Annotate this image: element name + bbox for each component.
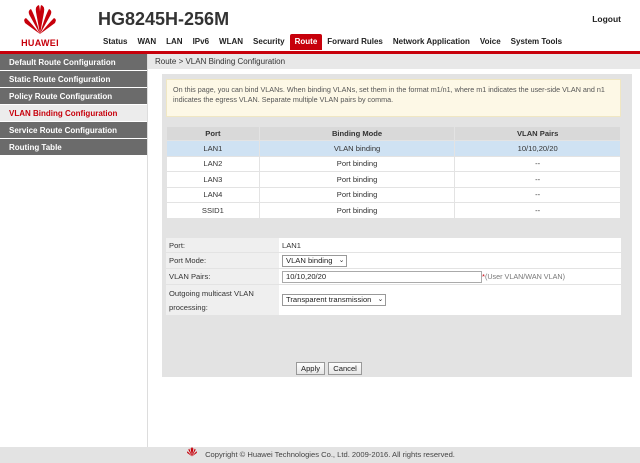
copyright-text: Copyright © Huawei Technologies Co., Ltd… [205, 450, 455, 459]
form-row-multicast: Outgoing multicast VLAN processing: Tran… [166, 285, 621, 316]
device-model-title: HG8245H-256M [98, 9, 230, 29]
form-buttons: Apply Cancel [296, 362, 363, 375]
nav-wan[interactable]: WAN [132, 34, 161, 50]
multicast-select[interactable]: Transparent transmission ⌄ [282, 294, 387, 306]
nav-ipv6[interactable]: IPv6 [188, 34, 214, 50]
info-note: On this page, you can bind VLANs. When b… [166, 79, 621, 117]
cell-mode: Port binding [258, 202, 456, 219]
vlan-binding-table: Port Binding Mode VLAN Pairs LAN1 VLAN b… [166, 126, 621, 219]
main-content: Route > VLAN Binding Configuration On th… [148, 54, 640, 447]
sidebar-item-static-route[interactable]: Static Route Configuration [0, 71, 147, 88]
nav-wlan[interactable]: WLAN [214, 34, 248, 50]
table-header-row: Port Binding Mode VLAN Pairs [166, 126, 621, 141]
nav-voice[interactable]: Voice [475, 34, 506, 50]
footer: Copyright © Huawei Technologies Co., Ltd… [0, 447, 640, 463]
top-nav: Status WAN LAN IPv6 WLAN Security Route … [98, 34, 567, 50]
vlan-pairs-label: VLAN Pairs: [166, 269, 279, 284]
logout-link[interactable]: Logout [592, 14, 621, 24]
nav-system-tools[interactable]: System Tools [506, 34, 567, 50]
table-row[interactable]: LAN3 Port binding -- [166, 171, 621, 188]
nav-route[interactable]: Route [289, 34, 323, 50]
multicast-label-line1: Outgoing multicast VLAN [169, 289, 254, 298]
cell-pairs: -- [454, 202, 621, 219]
vlan-pairs-input[interactable]: 10/10,20/20 [282, 271, 482, 283]
nav-status[interactable]: Status [98, 34, 132, 50]
nav-network-application[interactable]: Network Application [388, 34, 475, 50]
cell-pairs: 10/10,20/20 [454, 140, 621, 157]
table-row[interactable]: SSID1 Port binding -- [166, 202, 621, 219]
multicast-label-line2: processing: [169, 303, 208, 312]
cell-pairs: -- [454, 171, 621, 188]
huawei-logo-icon [24, 5, 56, 34]
cell-mode: Port binding [258, 186, 456, 203]
chevron-down-icon: ⌄ [377, 296, 384, 303]
cell-port: SSID1 [166, 202, 260, 219]
form-row-port: Port: LAN1 [166, 238, 621, 253]
header-vlan-pairs: VLAN Pairs [454, 126, 621, 141]
cancel-button[interactable]: Cancel [328, 362, 362, 375]
port-mode-label: Port Mode: [166, 253, 279, 268]
port-mode-select[interactable]: VLAN binding ⌄ [282, 255, 348, 267]
form-row-mode: Port Mode: VLAN binding ⌄ [166, 253, 621, 269]
sidebar-item-policy-route[interactable]: Policy Route Configuration [0, 88, 147, 105]
sidebar-item-default-route[interactable]: Default Route Configuration [0, 54, 147, 71]
cell-mode: Port binding [258, 171, 456, 188]
multicast-label: Outgoing multicast VLAN processing: [166, 285, 279, 315]
table-row[interactable]: LAN4 Port binding -- [166, 186, 621, 203]
chevron-down-icon: ⌄ [338, 257, 345, 264]
cell-mode: VLAN binding [258, 140, 456, 157]
logo-text: HUAWEI [21, 38, 59, 48]
sidebar-item-vlan-binding[interactable]: VLAN Binding Configuration [0, 105, 147, 122]
port-label: Port: [166, 238, 279, 252]
binding-form: Port: LAN1 Port Mode: VLAN binding ⌄ VLAN… [166, 238, 621, 316]
nav-security[interactable]: Security [248, 34, 290, 50]
header: HUAWEI HG8245H-256M Logout Status WAN LA… [0, 0, 640, 50]
header-port: Port [166, 126, 260, 141]
port-value: LAN1 [282, 241, 301, 250]
multicast-value: Transparent transmission [286, 295, 372, 304]
table-row[interactable]: LAN1 VLAN binding 10/10,20/20 [166, 140, 621, 157]
sidebar-item-routing-table[interactable]: Routing Table [0, 139, 147, 156]
cell-mode: Port binding [258, 155, 456, 172]
apply-button[interactable]: Apply [296, 362, 325, 375]
vlan-pairs-hint: (User VLAN/WAN VLAN) [484, 272, 565, 281]
huawei-logo: HUAWEI [12, 4, 68, 48]
cell-port: LAN4 [166, 186, 260, 203]
cell-port: LAN3 [166, 171, 260, 188]
form-row-pairs: VLAN Pairs: 10/10,20/20 *(User VLAN/WAN V… [166, 269, 621, 285]
nav-lan[interactable]: LAN [161, 34, 187, 50]
header-binding-mode: Binding Mode [258, 126, 456, 141]
sidebar: Default Route Configuration Static Route… [0, 54, 148, 447]
huawei-small-logo-icon [185, 447, 199, 463]
table-row[interactable]: LAN2 Port binding -- [166, 155, 621, 172]
sidebar-item-service-route[interactable]: Service Route Configuration [0, 122, 147, 139]
config-panel: On this page, you can bind VLANs. When b… [162, 74, 632, 377]
nav-forward-rules[interactable]: Forward Rules [322, 34, 388, 50]
breadcrumb: Route > VLAN Binding Configuration [148, 54, 640, 69]
cell-port: LAN2 [166, 155, 260, 172]
cell-pairs: -- [454, 155, 621, 172]
port-mode-value: VLAN binding [286, 256, 333, 265]
cell-pairs: -- [454, 186, 621, 203]
cell-port: LAN1 [166, 140, 260, 157]
